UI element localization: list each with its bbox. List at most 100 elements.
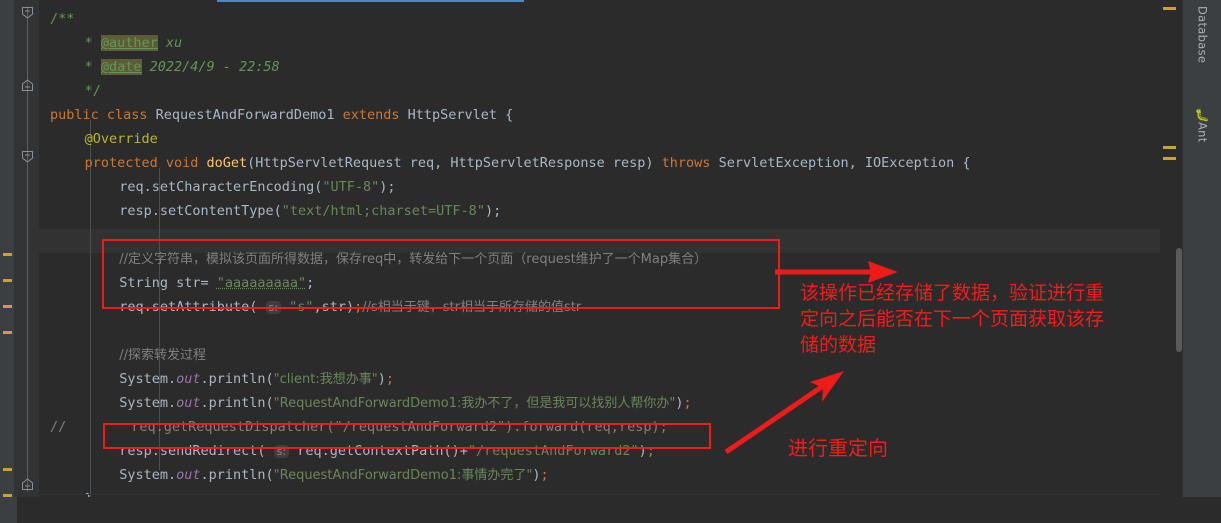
code-token: ,str) [313,299,355,315]
code-token: @Override [84,131,158,147]
code-token: req.setCharacterEncoding( [119,179,323,195]
bottom-panel-strip [0,497,1221,523]
fold-marker-end-method[interactable] [21,478,34,491]
code-token: ) [638,443,647,459]
code-token: ; [646,443,655,459]
code-token: //s相当于键，str相当于所存储的值str [362,300,582,315]
left-edge-marker [3,331,12,334]
code-token: resp.setContentType( [119,203,282,219]
ide-editor-window: /** * @auther xu * @date 2022/4/9 - 22:58 *… [0,0,1221,523]
code-editor-area[interactable]: /** * @auther xu * @date 2022/4/9 - 22:58 *… [39,0,1160,523]
left-edge-marker [3,468,12,471]
code-line[interactable]: resp.sendRedirect( s: req.getContextPath… [119,439,655,463]
code-token: extends [342,107,408,123]
code-token: "s" [289,299,314,315]
ant-bug-icon: 🐛 [1194,108,1211,122]
code-token: ; [306,275,315,291]
code-line[interactable]: System.out.println("RequestAndForwardDem… [119,463,548,487]
code-token: HttpServlet { [407,107,514,123]
code-token: System. [119,395,177,411]
toolwindow-tab-ant[interactable]: 🐛 Ant [1183,108,1221,143]
code-token: RequestAndForwardDemo1 [155,107,343,123]
stripe-mark-warning[interactable] [1163,146,1176,149]
code-token: ) [532,467,541,483]
code-line[interactable]: req.setAttribute( s: "s",str);//s相当于键，st… [119,295,581,319]
code-token: public class [50,107,156,123]
left-edge-marker [3,279,12,282]
code-token: resp.sendRedirect( [119,443,274,459]
code-token: 2022/4/9 - 22:58 [141,59,280,75]
code-token: @date [100,59,142,75]
code-token: s: [273,445,290,458]
code-token: out [176,395,201,411]
code-line[interactable]: req.setCharacterEncoding("UTF-8"); [119,175,395,199]
code-token: ) [377,371,386,387]
code-token: "RequestAndForwardDemo1:我办不了，但是我可以找别人帮你办… [273,396,676,411]
code-token: (HttpServletRequest req, HttpServletResp… [247,155,662,171]
code-token: //探索转发过程 [119,348,206,363]
left-edge-marker [3,494,12,497]
toolwindow-tab-database[interactable]: Database [1183,6,1221,63]
fold-marker-collapse-javadoc[interactable] [21,6,34,19]
code-token: @auther [100,35,158,51]
code-token: .println( [200,395,274,411]
left-edge-marker [3,253,12,256]
code-token: * [84,59,101,75]
code-line[interactable]: @Override [85,127,158,151]
code-line[interactable]: */ [85,79,101,103]
code-token: ; [540,467,549,483]
code-token: "UTF-8" [322,179,380,195]
code-line[interactable]: * @auther xu [84,31,183,55]
indent-guide [90,120,91,498]
stripe-mark-warning[interactable] [1163,157,1176,160]
annotation-note-redirect: 进行重定向 [788,436,888,460]
fold-marker-collapse-method[interactable] [21,150,34,163]
code-token: s: [265,301,281,314]
code-token: // req.getRequestDispatcher("/requestAnd… [50,419,668,435]
toolwindow-tab-database-label: Database [1195,6,1210,64]
code-token: "aaaaaaaaa" [216,275,307,291]
code-token: * [84,35,101,51]
code-line[interactable]: /** [50,7,74,31]
code-token: /** [50,11,75,27]
stripe-mark-warning[interactable] [1163,7,1176,10]
right-toolwindow-bar: Database 🐛 Ant [1182,0,1221,523]
code-line[interactable]: System.out.println("RequestAndForwardDem… [119,391,691,415]
code-token: req.setAttribute( [119,299,266,315]
code-token: .println( [200,371,274,387]
code-token: .println( [200,467,274,483]
code-line[interactable]: // req.getRequestDispatcher("/requestAnd… [50,415,668,439]
code-token: protected void [84,155,207,171]
code-token: str= [176,275,217,291]
left-edge-marker [3,305,12,308]
code-token: "RequestAndForwardDemo1:事情办完了" [273,468,533,483]
editor-gutter[interactable] [17,0,39,523]
code-line[interactable]: //定义字符串，模拟该页面所得数据，保存req中，转发给下一个页面（reques… [119,247,707,271]
left-window-edge [0,0,14,523]
code-line[interactable]: protected void doGet(HttpServletRequest … [85,151,971,175]
code-line[interactable]: System.out.println("client:我想办事"); [119,367,394,391]
code-token: ServletException, IOException { [718,155,971,171]
code-token: */ [84,83,101,99]
code-line[interactable]: * @date 2022/4/9 - 22:58 [85,55,280,79]
code-token: "text/html;charset=UTF-8" [281,203,485,219]
code-token: System. [119,371,177,387]
code-token: xu [157,35,183,51]
code-token: ) [675,395,684,411]
code-token: System. [119,467,177,483]
code-token: doGet [206,155,248,171]
code-token: String [119,275,177,291]
toolwindow-tab-ant-label: Ant [1195,122,1210,143]
editor-tab-underline [217,0,524,2]
code-line[interactable]: String str= "aaaaaaaaa"; [119,271,314,295]
code-token: req.getContextPath()+ [297,443,468,459]
code-token: ); [484,203,502,219]
code-token: out [176,467,201,483]
fold-marker-end-javadoc[interactable] [21,79,34,92]
code-line[interactable]: public class RequestAndForwardDemo1 exte… [50,103,513,127]
code-line[interactable]: resp.setContentType("text/html;charset=U… [119,199,501,223]
code-line[interactable]: //探索转发过程 [119,343,206,367]
bottom-panel-left-edge [0,497,17,523]
